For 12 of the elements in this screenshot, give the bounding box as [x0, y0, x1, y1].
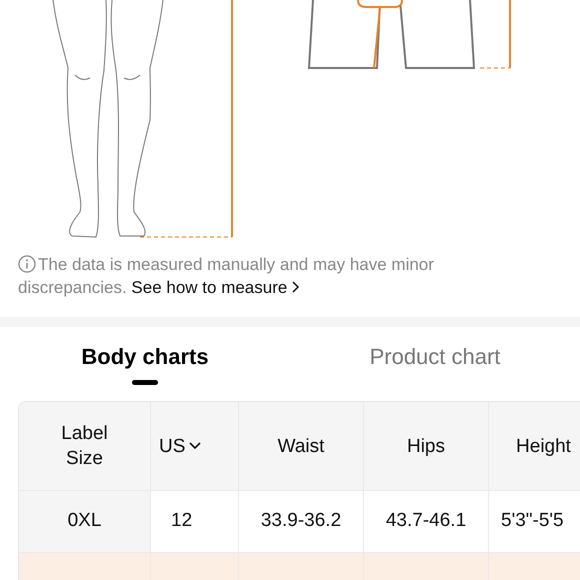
info-icon — [18, 255, 36, 273]
chevron-right-icon — [290, 280, 300, 294]
measurement-note: The data is measured manually and may have minor discrepancies. See how to measure — [18, 254, 435, 299]
table-cell-text: 43.7-46.1 — [386, 509, 466, 534]
table-cell-text: 12 — [171, 509, 192, 534]
table-cell-text: 0XL — [68, 509, 102, 534]
chart-tab[interactable]: Body charts — [81, 343, 209, 371]
tab-indicator — [132, 380, 158, 385]
table-cell-text: 33.9-36.2 — [260, 509, 342, 534]
how-to-measure-link[interactable]: See how to measure — [131, 278, 300, 297]
chart-tab[interactable]: Product chart — [370, 343, 500, 371]
table-cell-text: 5'3"-5'5 — [501, 509, 564, 534]
